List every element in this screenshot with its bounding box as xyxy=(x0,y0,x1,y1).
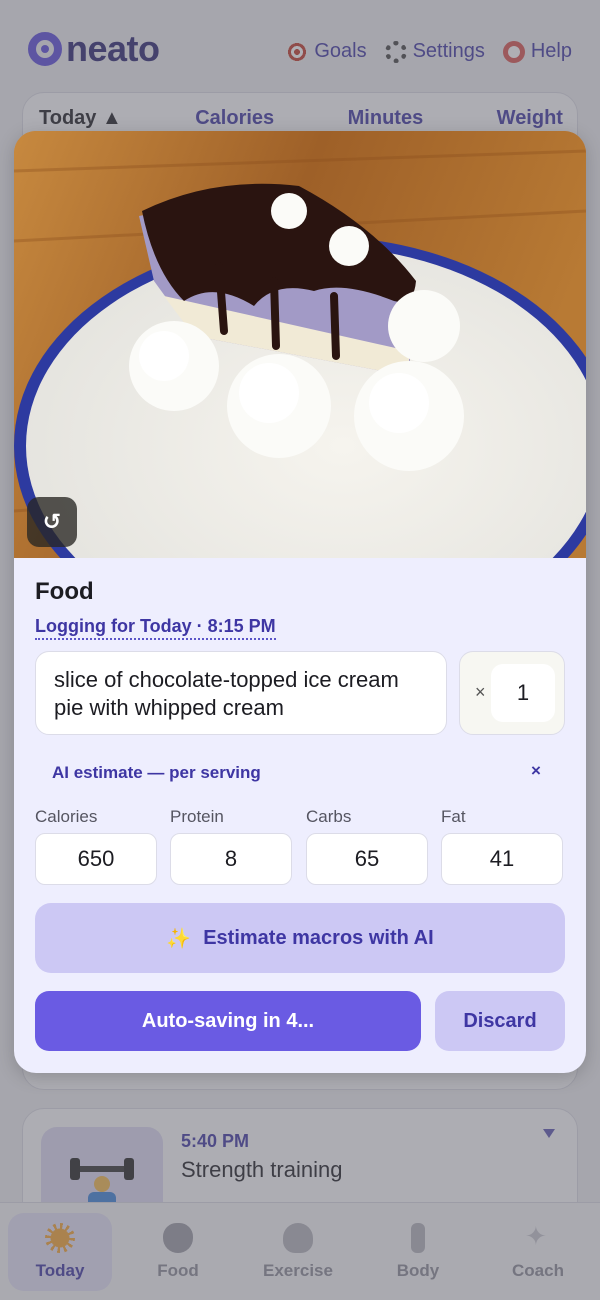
fat-input[interactable]: 41 xyxy=(441,833,563,885)
close-icon[interactable]: × xyxy=(531,761,541,781)
logging-time-link[interactable]: Logging for Today · 8:15 PM xyxy=(35,616,276,640)
protein-label: Protein xyxy=(170,807,224,826)
carbs-input[interactable]: 65 xyxy=(306,833,428,885)
auto-save-button[interactable]: Auto-saving in 4... xyxy=(35,991,421,1051)
discard-button[interactable]: Discard xyxy=(435,991,565,1051)
quantity-field: × 1 xyxy=(459,651,565,735)
multiply-icon: × xyxy=(475,682,486,702)
ai-estimate-note: AI estimate — per serving xyxy=(52,763,261,782)
food-photo-image xyxy=(14,131,586,558)
sparkles-icon: ✨ xyxy=(166,927,192,950)
fat-label: Fat xyxy=(441,807,466,826)
food-description-input[interactable]: slice of chocolate-topped ice cream pie … xyxy=(35,651,447,735)
rotate-icon: ↺ xyxy=(42,509,62,534)
food-log-modal: ↺ Food Logging for Today · 8:15 PM slice… xyxy=(14,131,586,1073)
calories-label: Calories xyxy=(35,807,98,826)
protein-input[interactable]: 8 xyxy=(170,833,292,885)
calories-input[interactable]: 650 xyxy=(35,833,157,885)
quantity-input[interactable]: 1 xyxy=(491,664,555,722)
carbs-label: Carbs xyxy=(306,807,352,826)
estimate-macros-label: Estimate macros with AI xyxy=(203,926,434,949)
rotate-photo-button[interactable]: ↺ xyxy=(27,497,77,547)
modal-title: Food xyxy=(35,578,94,605)
food-photo: ↺ xyxy=(14,131,586,558)
estimate-macros-button[interactable]: ✨ Estimate macros with AI xyxy=(35,903,565,973)
